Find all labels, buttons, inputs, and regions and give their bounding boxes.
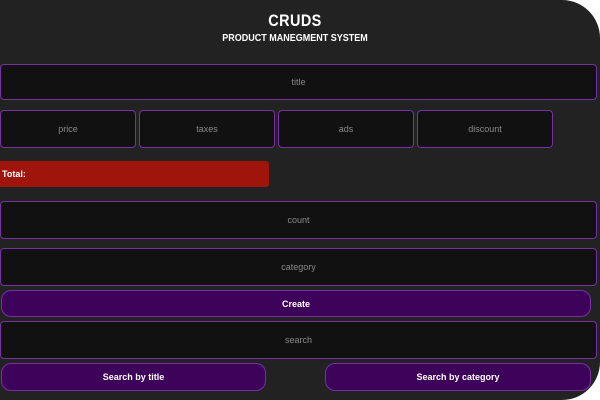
category-input[interactable]: category — [0, 248, 597, 286]
count-input[interactable]: count — [0, 201, 597, 239]
taxes-input[interactable]: taxes — [139, 110, 275, 148]
title-input[interactable]: title — [0, 64, 597, 100]
category-placeholder: category — [281, 262, 316, 272]
create-button[interactable]: Create — [1, 290, 591, 317]
total-display: Total: — [0, 161, 269, 187]
discount-input[interactable]: discount — [417, 110, 553, 148]
search-input[interactable]: search — [0, 321, 597, 359]
price-input[interactable]: price — [0, 110, 136, 148]
page-subtitle: PRODUCT MANEGMENT SYSTEM — [222, 33, 368, 44]
header: CRUDS PRODUCT MANEGMENT SYSTEM — [0, 10, 590, 46]
count-placeholder: count — [287, 215, 310, 225]
page-title: CRUDS — [268, 11, 322, 30]
total-label: Total: — [2, 169, 26, 179]
create-button-label: Create — [281, 298, 310, 309]
search-by-title-button[interactable]: Search by title — [1, 363, 266, 391]
search-by-category-label: Search by category — [416, 372, 500, 382]
title-placeholder: title — [291, 77, 306, 87]
search-placeholder: search — [284, 335, 312, 345]
ads-placeholder: ads — [338, 124, 354, 134]
search-by-title-label: Search by title — [102, 372, 165, 382]
search-by-category-button[interactable]: Search by category — [325, 363, 591, 391]
taxes-placeholder: taxes — [196, 124, 218, 134]
app-window: CRUDS PRODUCT MANEGMENT SYSTEM title pri… — [0, 0, 600, 400]
discount-placeholder: discount — [468, 124, 502, 134]
ads-input[interactable]: ads — [278, 110, 414, 148]
price-placeholder: price — [58, 124, 78, 134]
